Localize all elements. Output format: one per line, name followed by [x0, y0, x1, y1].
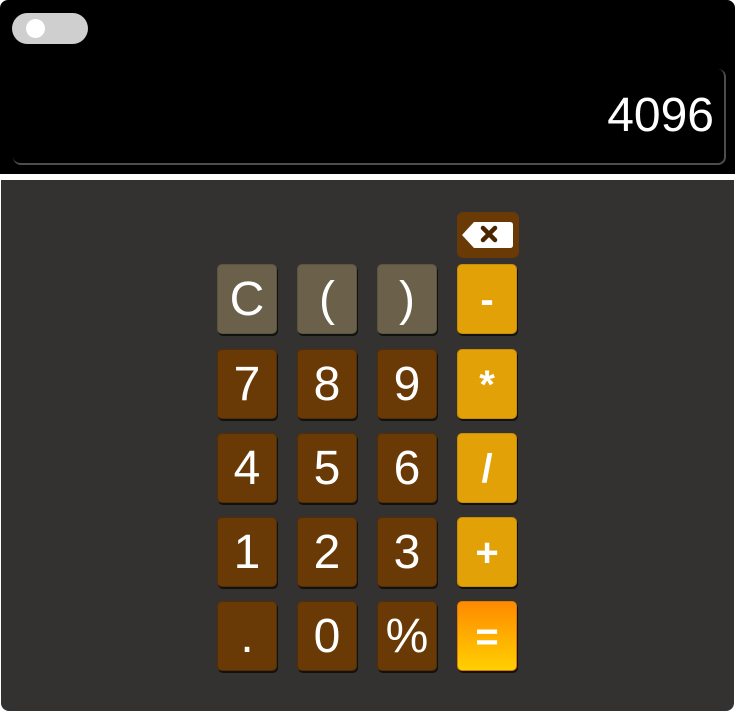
- decimal-button[interactable]: .: [217, 601, 277, 671]
- backspace-button[interactable]: [457, 212, 519, 258]
- equals-button[interactable]: =: [457, 601, 517, 671]
- digit-5-button[interactable]: 5: [297, 433, 357, 503]
- keypad-panel: C () - 7 8 9 * 4 5 6 / 1 2 3 +. 0% =: [1, 180, 734, 711]
- plus-button[interactable]: +: [457, 517, 517, 587]
- digit-4-button[interactable]: 4: [217, 433, 277, 503]
- toggle-knob: [26, 19, 45, 38]
- minus-button[interactable]: -: [457, 264, 517, 334]
- percent-button[interactable]: %: [377, 601, 437, 671]
- display-box: 4096: [13, 69, 726, 165]
- digit-6-button[interactable]: 6: [377, 433, 437, 503]
- open-paren-button[interactable]: (: [297, 264, 357, 334]
- backspace-icon: [462, 222, 513, 248]
- display-value: 4096: [607, 89, 714, 142]
- divide-button[interactable]: /: [457, 433, 517, 503]
- digit-2-button[interactable]: 2: [297, 517, 357, 587]
- digit-7-button[interactable]: 7: [217, 349, 277, 419]
- close-paren-button[interactable]: ): [377, 264, 437, 334]
- calculator-app: 4096 C () - 7 8 9 * 4 5 6 / 1 2 3 +. 0% =: [0, 0, 735, 712]
- digit-9-button[interactable]: 9: [377, 349, 437, 419]
- display-panel: 4096: [0, 0, 735, 174]
- theme-toggle[interactable]: [12, 13, 88, 44]
- digit-8-button[interactable]: 8: [297, 349, 357, 419]
- clear-button[interactable]: C: [217, 264, 277, 334]
- digit-3-button[interactable]: 3: [377, 517, 437, 587]
- digit-0-button[interactable]: 0: [297, 601, 357, 671]
- multiply-button[interactable]: *: [457, 349, 517, 419]
- digit-1-button[interactable]: 1: [217, 517, 277, 587]
